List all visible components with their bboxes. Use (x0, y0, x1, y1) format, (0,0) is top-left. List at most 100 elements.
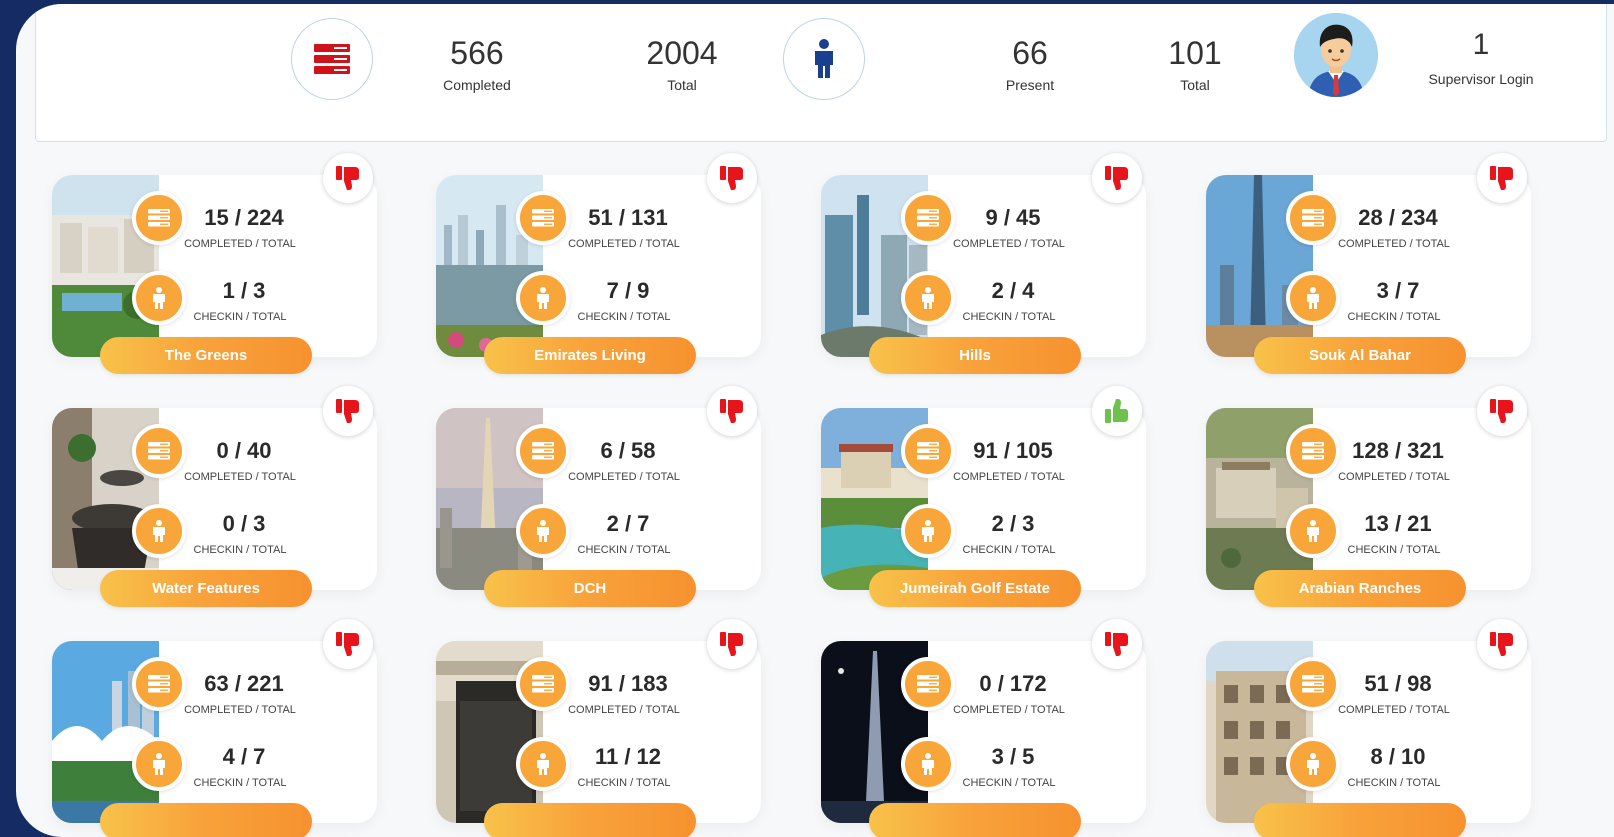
card-panel (52, 175, 377, 357)
project-name[interactable]: Hills (869, 337, 1081, 374)
thumbs-down-icon[interactable] (1092, 153, 1142, 203)
staff-total-label: Total (1180, 77, 1210, 93)
project-card[interactable]: 9 / 45 COMPLETED / TOTAL 2 / 4 CHECKIN / TO… (821, 153, 1146, 374)
completed-total-value: 91 / 183 (588, 671, 668, 696)
project-card[interactable]: 91 / 105 COMPLETED / TOTAL 2 / 3 CHECKIN / … (821, 386, 1146, 607)
checkin-total-label: CHECKIN / TOTAL (577, 311, 671, 323)
project-card[interactable]: 91 / 183 COMPLETED / TOTAL 11 / 12 CHECKIN … (436, 619, 761, 837)
project-card[interactable]: 128 / 321 COMPLETED / TOTAL 13 / 21 CHECKIN… (1206, 386, 1531, 607)
project-name[interactable]: Souk Al Bahar (1254, 337, 1466, 374)
completed-total-label: COMPLETED / TOTAL (1338, 704, 1450, 716)
project-name[interactable]: Water Features (100, 570, 312, 607)
completed-total-value: 63 / 221 (204, 671, 284, 696)
checkin-total-label: CHECKIN / TOTAL (193, 777, 287, 789)
project-name[interactable] (100, 803, 312, 837)
project-name[interactable] (1254, 803, 1466, 837)
checkin-total-value: 13 / 21 (1364, 511, 1432, 536)
thumbs-down-icon[interactable] (1092, 619, 1142, 669)
checkin-total-label: CHECKIN / TOTAL (962, 777, 1056, 789)
checkin-total-label: CHECKIN / TOTAL (962, 544, 1056, 556)
thumbs-down-icon[interactable] (1477, 153, 1527, 203)
thumbs-down-icon[interactable] (707, 619, 757, 669)
project-card[interactable]: 63 / 221 COMPLETED / TOTAL 4 / 7 CHECKIN / … (52, 619, 377, 837)
card-panel (436, 408, 761, 590)
project-name[interactable]: Emirates Living (484, 337, 696, 374)
project-card[interactable]: 6 / 58 COMPLETED / TOTAL 2 / 7 CHECKIN / TO… (436, 386, 761, 607)
completed-total-label: COMPLETED / TOTAL (184, 238, 296, 250)
thumbs-down-icon[interactable] (1477, 619, 1527, 669)
card-panel (1206, 175, 1531, 357)
checkin-total-label: CHECKIN / TOTAL (1347, 311, 1441, 323)
checkin-total-value: 3 / 5 (991, 744, 1035, 769)
staff-present-stat: 66 Present (950, 35, 1110, 93)
project-card[interactable]: 28 / 234 COMPLETED / TOTAL 3 / 7 CHECKIN / … (1206, 153, 1531, 374)
checkin-total-value: 0 / 3 (222, 511, 266, 536)
completed-total-label: COMPLETED / TOTAL (1338, 238, 1450, 250)
checkin-total-value: 1 / 3 (222, 278, 266, 303)
thumbs-up-icon[interactable] (1092, 386, 1142, 436)
staff-present-label: Present (1005, 77, 1055, 93)
completed-total-label: COMPLETED / TOTAL (184, 471, 296, 483)
project-name[interactable]: Arabian Ranches (1254, 570, 1466, 607)
completed-total-value: 28 / 234 (1358, 205, 1438, 230)
tasks-completed-value: 566 (450, 35, 504, 71)
completed-total-label: COMPLETED / TOTAL (184, 704, 296, 716)
completed-total-value: 51 / 131 (588, 205, 668, 230)
thumbs-down-icon[interactable] (323, 153, 373, 203)
checkin-total-value: 8 / 10 (1370, 744, 1426, 769)
supervisor-login-label[interactable]: Supervisor Login (1401, 71, 1561, 87)
dashboard-frame: 566 Completed 2004 Total 66 Present 101 … (16, 4, 1614, 837)
checkin-total-value: 2 / 3 (991, 511, 1035, 536)
completed-total-value: 128 / 321 (1352, 438, 1444, 463)
tasks-total-value: 2004 (646, 35, 718, 71)
project-name[interactable]: DCH (484, 570, 696, 607)
completed-total-value: 0 / 40 (216, 438, 272, 463)
checkin-total-label: CHECKIN / TOTAL (193, 544, 287, 556)
supervisor-avatar (1294, 13, 1378, 97)
card-panel (1206, 408, 1531, 590)
thumbs-down-icon[interactable] (323, 619, 373, 669)
project-card[interactable]: 0 / 172 COMPLETED / TOTAL 3 / 5 CHECKIN / T… (821, 619, 1146, 837)
checkin-total-value: 2 / 4 (991, 278, 1035, 303)
checkin-total-value: 7 / 9 (606, 278, 650, 303)
thumbs-down-icon[interactable] (707, 153, 757, 203)
tasks-total-stat: 2004 Total (602, 35, 762, 93)
project-name[interactable]: Jumeirah Golf Estate (869, 570, 1081, 607)
project-card[interactable]: 51 / 98 COMPLETED / TOTAL 8 / 10 CHECKIN / … (1206, 619, 1531, 837)
project-card[interactable]: 0 / 40 COMPLETED / TOTAL 0 / 3 CHECKIN / TO… (52, 386, 377, 607)
summary-bar: 566 Completed 2004 Total 66 Present 101 … (35, 4, 1607, 142)
project-card[interactable]: 51 / 131 COMPLETED / TOTAL 7 / 9 CHECKIN / … (436, 153, 761, 374)
card-panel (821, 408, 1146, 590)
completed-total-label: COMPLETED / TOTAL (568, 238, 680, 250)
checkin-total-label: CHECKIN / TOTAL (1347, 544, 1441, 556)
checkin-total-label: CHECKIN / TOTAL (577, 544, 671, 556)
project-card[interactable]: 15 / 224 COMPLETED / TOTAL 1 / 3 CHECKIN / … (52, 153, 377, 374)
completed-total-value: 91 / 105 (973, 438, 1053, 463)
checkin-total-label: CHECKIN / TOTAL (962, 311, 1056, 323)
checkin-total-label: CHECKIN / TOTAL (193, 311, 287, 323)
project-name[interactable]: The Greens (100, 337, 312, 374)
supervisor-count: 1 (1472, 28, 1490, 61)
checkin-total-value: 11 / 12 (594, 744, 662, 769)
tasks-total-label: Total (667, 77, 697, 93)
thumbs-down-icon[interactable] (707, 386, 757, 436)
staff-person-icon (783, 18, 865, 100)
tasks-completed-label: Completed (443, 77, 511, 93)
card-panel (436, 641, 761, 823)
staff-total-value: 101 (1168, 35, 1222, 71)
thumbs-down-icon[interactable] (323, 386, 373, 436)
project-name[interactable] (869, 803, 1081, 837)
completed-total-value: 0 / 172 (979, 671, 1047, 696)
supervisor-stat: 1 Supervisor Login (1401, 27, 1561, 87)
completed-total-label: COMPLETED / TOTAL (953, 704, 1065, 716)
completed-total-label: COMPLETED / TOTAL (953, 471, 1065, 483)
completed-total-label: COMPLETED / TOTAL (1338, 471, 1450, 483)
tasks-list-icon (291, 18, 373, 100)
tasks-completed-stat: 566 Completed (397, 35, 557, 93)
thumbs-down-icon[interactable] (1477, 386, 1527, 436)
checkin-total-value: 3 / 7 (1376, 278, 1420, 303)
card-panel (821, 175, 1146, 357)
card-panel (821, 641, 1146, 823)
completed-total-label: COMPLETED / TOTAL (953, 238, 1065, 250)
project-name[interactable] (484, 803, 696, 837)
